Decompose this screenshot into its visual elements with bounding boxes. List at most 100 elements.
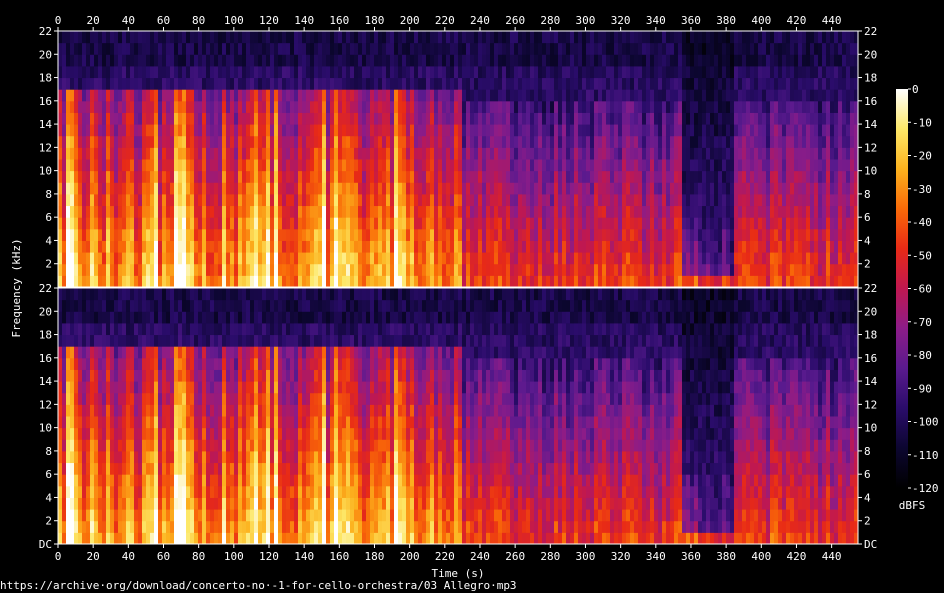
spectrogram-cell (426, 182, 430, 195)
spectrogram-cell (358, 42, 362, 55)
spectrogram-cell (134, 299, 138, 312)
spectrogram-cell (834, 147, 838, 160)
spectrogram-cell (358, 193, 362, 207)
spectrogram-cell (102, 497, 106, 510)
spectrogram-cell (782, 228, 786, 241)
spectrogram-cell (322, 193, 326, 207)
spectrogram-cell (166, 89, 170, 102)
spectrogram-cell (550, 182, 554, 195)
spectrogram-cell (734, 135, 738, 148)
spectrogram-cell (154, 147, 158, 160)
spectrogram-cell (430, 240, 434, 253)
spectrogram-cell (94, 392, 98, 405)
spectrogram-cell (526, 159, 530, 172)
spectrogram-cell (762, 77, 766, 90)
spectrogram-cell (342, 263, 346, 276)
spectrogram-cell (142, 346, 146, 359)
spectrogram-cell (86, 485, 90, 498)
spectrogram-cell (822, 170, 826, 183)
spectrogram-cell (138, 263, 142, 276)
spectrogram-cell (646, 54, 650, 67)
spectrogram-cell (186, 42, 190, 55)
spectrogram-cell (518, 135, 522, 148)
spectrogram-cell (854, 135, 858, 148)
spectrogram-cell (430, 205, 434, 218)
spectrogram-cell (758, 54, 762, 67)
spectrogram-cell (482, 205, 486, 218)
spectrogram-cell (330, 193, 334, 207)
spectrogram-cell (410, 182, 414, 195)
spectrogram-cell (170, 182, 174, 195)
spectrogram-cell (474, 170, 478, 183)
spectrogram-cell (58, 112, 62, 125)
spectrogram-cell (830, 65, 834, 79)
spectrogram-cell (154, 31, 158, 44)
spectrogram-cell (674, 100, 678, 113)
spectrogram-cell (618, 240, 622, 253)
spectrogram-cell (542, 182, 546, 195)
spectrogram-cell (338, 42, 342, 55)
spectrogram-cell (614, 193, 618, 207)
spectrogram-cell (750, 42, 754, 55)
spectrogram-cell (474, 275, 478, 288)
spectrogram-cell (194, 100, 198, 113)
spectrogram-cell (98, 288, 102, 301)
spectrogram-cell (834, 135, 838, 148)
spectrogram-cell (150, 77, 154, 90)
spectrogram-cell (386, 182, 390, 195)
spectrogram-cell (254, 193, 258, 207)
spectrogram-cell (162, 322, 166, 336)
spectrogram-cell (110, 369, 114, 382)
spectrogram-cell (418, 112, 422, 125)
spectrogram-cell (166, 159, 170, 172)
spectrogram-cell (522, 124, 526, 137)
spectrogram-cell (670, 263, 674, 276)
spectrogram-cell (606, 182, 610, 195)
spectrogram-cell (398, 228, 402, 241)
spectrogram-cell (406, 217, 410, 230)
spectrogram-cell (338, 252, 342, 265)
spectrogram-cell (126, 427, 130, 440)
spectrogram-cell (430, 112, 434, 125)
spectrogram-cell (114, 112, 118, 125)
spectrogram-cell (150, 193, 154, 207)
spectrogram-cell (646, 170, 650, 183)
spectrogram-cell (146, 263, 150, 276)
spectrogram-cell (682, 182, 686, 195)
spectrogram-cell (178, 112, 182, 125)
spectrogram-cell (274, 205, 278, 218)
spectrogram-cell (498, 100, 502, 113)
spectrogram-cell (234, 263, 238, 276)
spectrogram-cell (758, 159, 762, 172)
spectrogram-cell (162, 89, 166, 102)
spectrogram-cell (582, 135, 586, 148)
spectrogram-cell (138, 275, 142, 288)
spectrogram-cell (94, 77, 98, 90)
spectrogram-cell (522, 147, 526, 160)
spectrogram-cell (738, 205, 742, 218)
spectrogram-cell (750, 147, 754, 160)
spectrogram-cell (558, 124, 562, 137)
spectrogram-cell (478, 89, 482, 102)
spectrogram-cell (462, 100, 466, 113)
spectrogram-cell (450, 159, 454, 172)
spectrogram-cell (166, 170, 170, 183)
spectrogram-cell (122, 124, 126, 137)
spectrogram-cell (542, 42, 546, 55)
spectrogram-cell (222, 193, 226, 207)
spectrogram-cell (686, 263, 690, 276)
spectrogram-cell (242, 31, 246, 44)
spectrogram-cell (126, 485, 130, 498)
spectrogram-cell (442, 42, 446, 55)
spectrogram-cell (498, 31, 502, 44)
spectrogram-cell (78, 357, 82, 370)
spectrogram-cell (646, 275, 650, 288)
spectrogram-cell (762, 275, 766, 288)
spectrogram-cell (426, 252, 430, 265)
spectrogram-cell (626, 240, 630, 253)
spectrogram-cell (790, 147, 794, 160)
spectrogram-cell (70, 485, 74, 498)
spectrogram-cell (130, 31, 134, 44)
spectrogram-cell (638, 170, 642, 183)
spectrogram-cell (270, 275, 274, 288)
